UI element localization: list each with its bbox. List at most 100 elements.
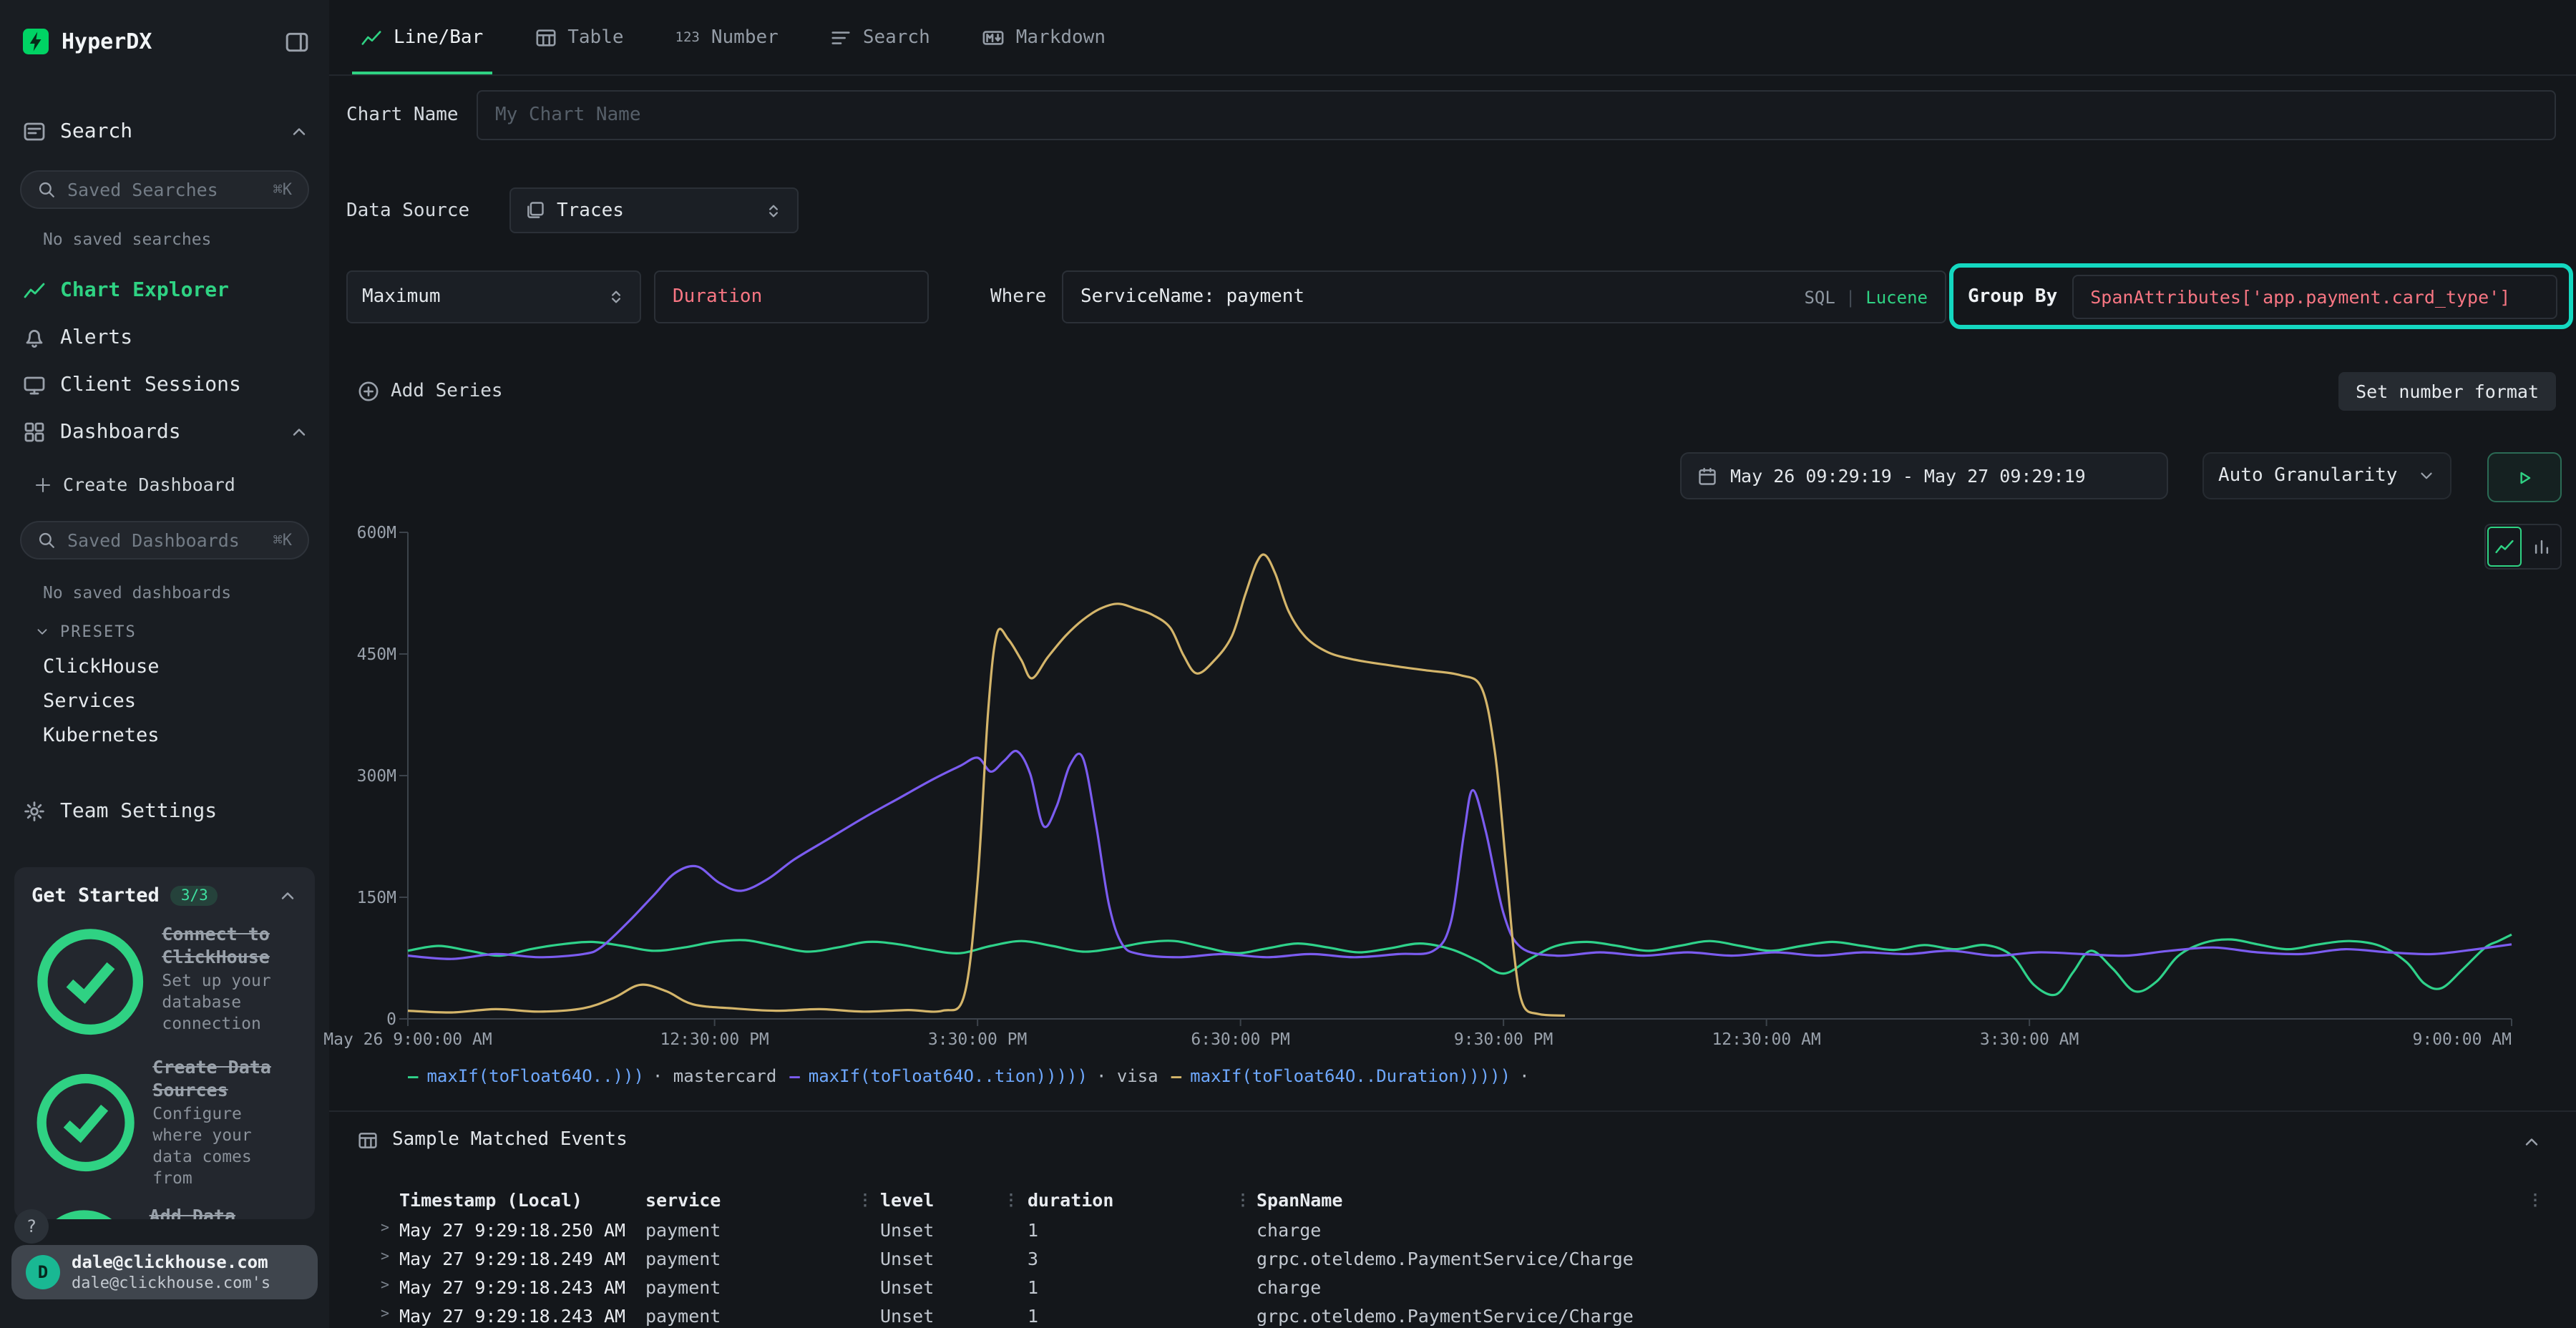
task-title: Connect to ClickHouse [162, 923, 298, 968]
col-level[interactable]: level [880, 1189, 934, 1211]
expand-row-icon[interactable]: > [381, 1221, 389, 1236]
col-spanname[interactable]: SpanName [1257, 1189, 1342, 1211]
table-options-icon[interactable]: ⋮ [2527, 1191, 2543, 1209]
nav-label: Dashboards [60, 421, 181, 444]
col-service[interactable]: service [645, 1189, 721, 1211]
granularity-select[interactable]: Auto Granularity [2202, 452, 2451, 499]
where-input[interactable]: ServiceName: payment SQL | Lucene [1062, 270, 1946, 323]
col-duration[interactable]: duration [1028, 1189, 1113, 1211]
sample-matched-events: Sample Matched Events Timestamp (Local) … [329, 1110, 2576, 1328]
tab-label: Line/Bar [394, 26, 483, 48]
series-line-purple [408, 751, 2512, 960]
expand-row-icon[interactable]: > [381, 1307, 389, 1322]
y-tick-label: 0 [386, 1009, 396, 1029]
cell-level: Unset [880, 1248, 934, 1269]
search-section-label: Search [60, 120, 132, 143]
legend-item-visa[interactable]: — maxIf(toFloat64O..tion))))) · visa [789, 1066, 1158, 1086]
y-tick-label: 300M [357, 766, 396, 786]
aggregation-value: Maximum [362, 286, 441, 308]
tab-number[interactable]: 123 Number [675, 0, 779, 74]
get-started-item[interactable]: Create Data Sources Configure where your… [31, 1056, 298, 1189]
sidebar-item-alerts[interactable]: Alerts [23, 319, 309, 356]
x-tick-label: May 26 9:00:00 AM [323, 1029, 492, 1049]
sidebar-item-clickhouse[interactable]: ClickHouse [43, 655, 160, 678]
task-desc: Set up your database connection [162, 971, 298, 1035]
table-row[interactable]: > May 27 9:29:18.243 AM payment Unset 1 … [329, 1302, 2576, 1328]
create-dashboard-button[interactable]: Create Dashboard [34, 474, 235, 495]
chevron-up-icon[interactable] [278, 886, 298, 906]
field-input[interactable]: Duration [654, 270, 929, 323]
lang-separator: | [1845, 287, 1855, 307]
presets-toggle[interactable]: PRESETS [34, 622, 137, 641]
help-button[interactable]: ? [14, 1209, 49, 1244]
main-content: Line/Bar Table 123 Number Search Markdow… [329, 0, 2576, 1328]
cell-timestamp: May 27 9:29:18.243 AM [399, 1276, 625, 1298]
stack-icon [525, 200, 545, 220]
user-menu[interactable]: D dale@clickhouse.com dale@clickhouse.co… [11, 1245, 318, 1299]
events-header[interactable]: Sample Matched Events [358, 1129, 628, 1151]
x-tick-label: 6:30:00 PM [1191, 1029, 1290, 1049]
legend-item-mastercard[interactable]: — maxIf(toFloat64O..))) · mastercard [408, 1066, 776, 1086]
expand-row-icon[interactable]: > [381, 1249, 389, 1265]
search-icon [37, 531, 56, 550]
chevron-down-icon [2417, 467, 2436, 485]
tab-search[interactable]: Search [830, 0, 930, 74]
tab-line-bar[interactable]: Line/Bar [361, 0, 483, 74]
sidebar-item-kubernetes[interactable]: Kubernetes [43, 724, 160, 747]
cell-duration: 1 [1028, 1305, 1038, 1327]
bar-view-toggle[interactable] [2523, 525, 2560, 568]
y-tick-label: 150M [357, 887, 396, 907]
add-series-button[interactable]: Add Series [358, 381, 503, 402]
table-row[interactable]: > May 27 9:29:18.249 AM payment Unset 3 … [329, 1245, 2576, 1274]
brand[interactable]: HyperDX [23, 29, 152, 54]
chevron-up-icon [289, 422, 309, 442]
create-dashboard-label: Create Dashboard [63, 474, 235, 495]
nav-label: Team Settings [60, 800, 217, 823]
column-resize-handle[interactable]: ⋮ [1235, 1191, 1251, 1209]
run-query-button[interactable] [2487, 452, 2562, 502]
data-source-select[interactable]: Traces [509, 187, 799, 233]
sidebar-section-search[interactable]: Search [23, 114, 309, 149]
chart-name-label: Chart Name [346, 104, 459, 126]
column-resize-handle[interactable]: ⋮ [857, 1191, 873, 1209]
saved-searches-input[interactable]: Saved Searches ⌘K [20, 170, 309, 209]
group-by-input[interactable]: SpanAttributes['app.payment.card_type'] [2072, 274, 2557, 318]
sidebar-item-services[interactable]: Services [43, 690, 136, 713]
lucene-toggle[interactable]: Lucene [1865, 287, 1928, 307]
sidebar-item-dashboards[interactable]: Dashboards [23, 414, 309, 451]
sidebar-item-client-sessions[interactable]: Client Sessions [23, 366, 309, 404]
legend-fn: maxIf(toFloat64O..tion))))) [809, 1066, 1088, 1086]
legend-item-duration[interactable]: — maxIf(toFloat64O..Duration))))) · [1171, 1066, 1530, 1086]
table-row[interactable]: > May 27 9:29:18.250 AM payment Unset 1 … [329, 1216, 2576, 1245]
user-name: dale@clickhouse.com [72, 1251, 270, 1273]
chart-name-input[interactable] [477, 90, 2556, 140]
sql-toggle[interactable]: SQL [1804, 287, 1835, 307]
collapse-events-icon[interactable] [2522, 1132, 2542, 1152]
events-table-header: Timestamp (Local) service level duration… [329, 1189, 2576, 1215]
tab-markdown[interactable]: Markdown [982, 0, 1106, 74]
task-title: Add Data [150, 1205, 298, 1219]
expand-row-icon[interactable]: > [381, 1278, 389, 1294]
sidebar-item-chart-explorer[interactable]: Chart Explorer [23, 272, 309, 309]
date-range-picker[interactable]: May 26 09:29:19 - May 27 09:29:19 [1680, 452, 2168, 499]
plus-icon [34, 476, 52, 493]
granularity-value: Auto Granularity [2218, 465, 2397, 487]
saved-dashboards-input[interactable]: Saved Dashboards ⌘K [20, 521, 309, 560]
cell-service: payment [645, 1305, 721, 1327]
get-started-item[interactable]: Add Data Start sending logs, metrics, or… [31, 1205, 298, 1219]
sidebar-item-team-settings[interactable]: Team Settings [23, 793, 309, 830]
tab-table[interactable]: Table [535, 0, 623, 74]
table-row[interactable]: > May 27 9:29:18.243 AM payment Unset 1 … [329, 1274, 2576, 1302]
set-number-format-button[interactable]: Set number format [2338, 372, 2556, 411]
sidebar-collapse-icon[interactable] [285, 29, 309, 54]
number-123-icon: 123 [675, 29, 700, 45]
cell-timestamp: May 27 9:29:18.249 AM [399, 1248, 625, 1269]
saved-searches-placeholder: Saved Searches [67, 179, 218, 200]
chart-name-row: Chart Name [329, 90, 2576, 142]
col-timestamp[interactable]: Timestamp (Local) [399, 1189, 582, 1211]
get-started-item[interactable]: Connect to ClickHouse Set up your databa… [31, 923, 298, 1040]
column-resize-handle[interactable]: ⋮ [1003, 1191, 1019, 1209]
y-tick-label: 600M [357, 522, 396, 542]
y-axis: 0150M300M450M600M [329, 532, 396, 1019]
aggregation-select[interactable]: Maximum [346, 270, 641, 323]
